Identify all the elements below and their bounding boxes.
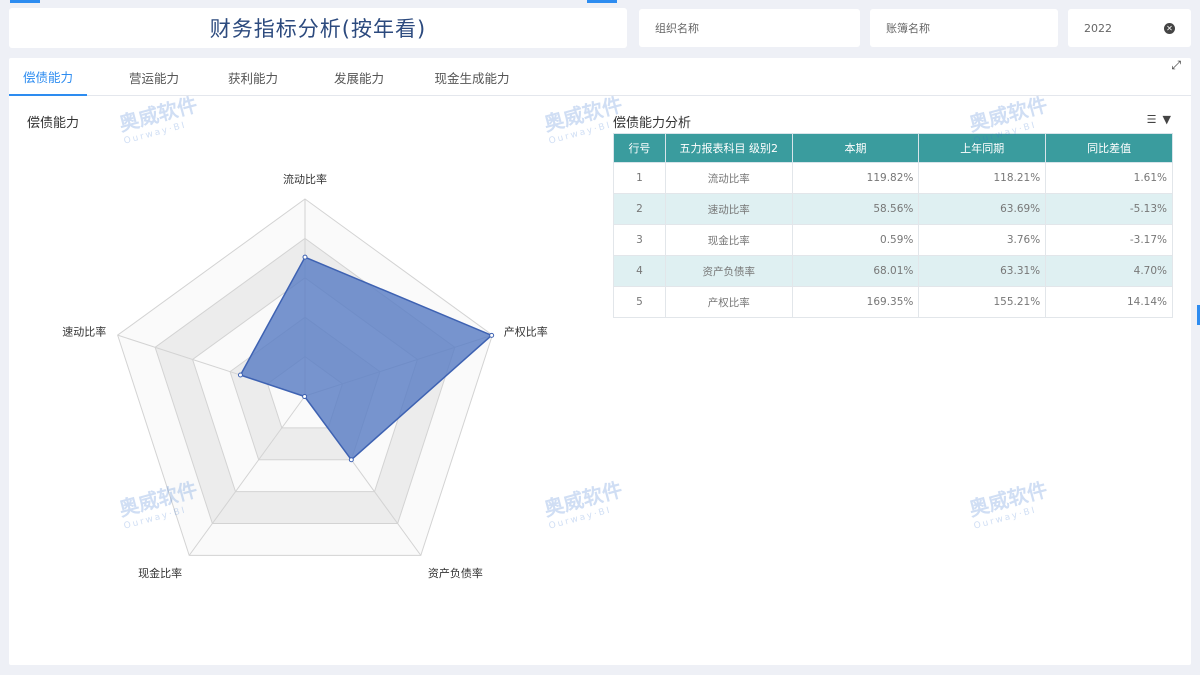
- col-header-no[interactable]: 行号: [613, 133, 666, 163]
- table-toolbar: ☰ ▼: [1147, 113, 1171, 126]
- radar-chart: 流动比率产权比率资产负债率 现金比率 速动比率: [62, 172, 548, 580]
- col-header-current[interactable]: 本期: [791, 133, 920, 163]
- cell-item: 流动比率: [664, 162, 793, 194]
- org-filter-placeholder: 组织名称: [655, 22, 699, 35]
- radar-point[interactable]: [302, 254, 308, 260]
- cell-current: 119.82%: [791, 162, 920, 194]
- radar-axis-label: 流动比率: [283, 172, 327, 186]
- cell-prior: 63.69%: [918, 193, 1047, 225]
- cell-current: 0.59%: [791, 224, 920, 256]
- list-icon[interactable]: ☰: [1147, 113, 1157, 126]
- table-row[interactable]: 3 现金比率 0.59% 3.76% -3.17%: [613, 224, 1173, 256]
- cell-diff: 14.14%: [1045, 286, 1173, 318]
- table-header-row: 行号 五力报表科目 级别2 本期 上年同期 同比差值: [613, 133, 1173, 163]
- top-accent-left: [10, 0, 40, 3]
- tab-cash-generation[interactable]: 现金生成能力: [433, 58, 511, 96]
- cell-no: 5: [613, 286, 666, 318]
- table-row[interactable]: 5 产权比率 169.35% 155.21% 14.14%: [613, 286, 1173, 318]
- page-title: 财务指标分析(按年看): [209, 17, 427, 41]
- radar-point[interactable]: [489, 332, 495, 338]
- top-accent-right: [587, 0, 617, 3]
- tab-solvency[interactable]: 偿债能力: [9, 58, 87, 96]
- cell-current: 169.35%: [791, 286, 920, 318]
- solvency-table: 行号 五力报表科目 级别2 本期 上年同期 同比差值 1 流动比率 119.82…: [613, 133, 1173, 318]
- watermark-logo: 奥威软件 Ourway·BI: [966, 477, 1050, 532]
- col-header-item[interactable]: 五力报表科目 级别2: [664, 133, 793, 163]
- radar-axis-label: 现金比率: [138, 566, 182, 580]
- cell-current: 68.01%: [791, 255, 920, 287]
- tab-operations[interactable]: 营运能力: [87, 58, 221, 96]
- table-row[interactable]: 4 资产负债率 68.01% 63.31% 4.70%: [613, 255, 1173, 287]
- cell-item: 现金比率: [664, 224, 793, 256]
- cell-no: 1: [613, 162, 666, 194]
- cell-diff: 1.61%: [1045, 162, 1173, 194]
- clear-icon[interactable]: ✕: [1164, 22, 1175, 34]
- radar-axis-label: 速动比率: [62, 324, 106, 338]
- table-section-title: 偿债能力分析: [613, 116, 692, 131]
- col-header-diff[interactable]: 同比差值: [1045, 133, 1173, 163]
- radar-axis-label: 资产负债率: [428, 566, 483, 580]
- year-filter[interactable]: 2022 ✕: [1068, 9, 1191, 47]
- cell-item: 资产负债率: [664, 255, 793, 287]
- radar-point[interactable]: [237, 372, 243, 378]
- table-row[interactable]: 1 流动比率 119.82% 118.21% 1.61%: [613, 162, 1173, 194]
- cell-prior: 155.21%: [918, 286, 1047, 318]
- radar-axis-label: 产权比率: [504, 324, 548, 338]
- filter-icon[interactable]: ▼: [1163, 113, 1171, 126]
- tab-bar: 偿债能力 营运能力 获利能力 发展能力 现金生成能力: [9, 58, 1191, 96]
- ledger-filter-placeholder: 账簿名称: [886, 22, 930, 35]
- tab-development[interactable]: 发展能力: [285, 58, 433, 96]
- col-header-prior[interactable]: 上年同期: [918, 133, 1047, 163]
- cell-no: 3: [613, 224, 666, 256]
- ledger-filter[interactable]: 账簿名称: [870, 9, 1058, 47]
- tab-profitability[interactable]: 获利能力: [221, 58, 285, 96]
- year-filter-value: 2022: [1084, 21, 1112, 35]
- cell-no: 4: [613, 255, 666, 287]
- cell-prior: 118.21%: [918, 162, 1047, 194]
- cell-no: 2: [613, 193, 666, 225]
- org-filter[interactable]: 组织名称: [639, 9, 860, 47]
- cell-item: 产权比率: [664, 286, 793, 318]
- cell-diff: -5.13%: [1045, 193, 1173, 225]
- cell-diff: -3.17%: [1045, 224, 1173, 256]
- title-panel: 财务指标分析(按年看): [9, 8, 627, 48]
- cell-diff: 4.70%: [1045, 255, 1173, 287]
- cell-prior: 63.31%: [918, 255, 1047, 287]
- main-panel: 偿债能力 营运能力 获利能力 发展能力 现金生成能力 ⤢ 偿债能力 偿债能力分析…: [9, 58, 1191, 665]
- radar-point[interactable]: [302, 394, 308, 400]
- cell-current: 58.56%: [791, 193, 920, 225]
- cell-item: 速动比率: [664, 193, 793, 225]
- cell-prior: 3.76%: [918, 224, 1047, 256]
- expand-icon[interactable]: ⤢: [1171, 58, 1181, 73]
- radar-point[interactable]: [348, 457, 354, 463]
- table-row[interactable]: 2 速动比率 58.56% 63.69% -5.13%: [613, 193, 1173, 225]
